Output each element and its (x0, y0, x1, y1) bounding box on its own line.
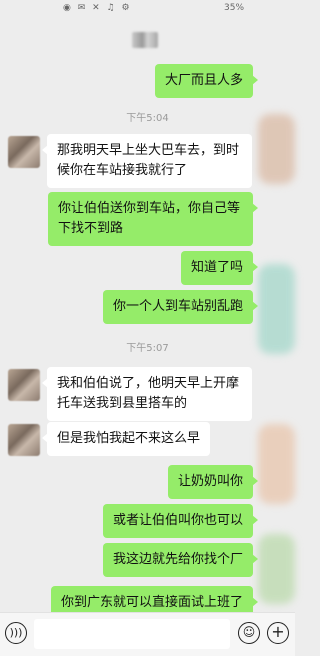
contact-name-blurred (132, 32, 158, 48)
voice-icon[interactable]: ))) (5, 622, 27, 644)
chat-area[interactable]: 大厂而且人多 下午5:04 那我明天早上坐大巴车去，到时候你在车站接我就行了 你… (0, 64, 295, 620)
message-bubble-sent[interactable]: 让奶奶叫你 (167, 465, 259, 499)
message-input[interactable] (34, 619, 230, 649)
message-bubble-sent[interactable]: 大厂而且人多 (154, 64, 259, 98)
contact-avatar[interactable] (8, 369, 40, 401)
message-bubble-received[interactable]: 我和伯伯说了，他明天早上开摩托车送我到县里搭车的 (42, 367, 252, 421)
plus-icon[interactable]: + (267, 622, 289, 644)
emoji-icon[interactable]: ☺ (238, 622, 260, 644)
message-bubble-sent[interactable]: 你让伯伯送你到车站，你自己等下找不到路 (48, 192, 258, 246)
timestamp: 下午5:07 (126, 343, 169, 354)
input-bar: ))) ☺ + (0, 612, 295, 656)
battery-level: 35% (224, 3, 245, 13)
message-bubble-sent[interactable]: 我这边就先给你找个厂 (102, 543, 259, 577)
blur-overlay (258, 534, 295, 604)
message-bubble-received[interactable]: 那我明天早上坐大巴车去，到时候你在车站接我就行了 (42, 134, 252, 188)
message-bubble-received[interactable]: 但是我怕我起不来这么早 (41, 422, 211, 456)
message-bubble-sent[interactable]: 你一个人到车站别乱跑 (102, 290, 259, 324)
message-bubble-sent[interactable]: 或者让伯伯叫你也可以 (102, 504, 259, 538)
blur-overlay (258, 114, 295, 184)
contact-avatar[interactable] (8, 424, 40, 456)
timestamp: 下午5:04 (126, 113, 169, 124)
message-bubble-sent[interactable]: 知道了吗 (180, 251, 259, 285)
status-icons: ◉ ✉ ✕ ♫ ⚙ (63, 3, 132, 13)
status-bar: ◉ ✉ ✕ ♫ ⚙ 35% (0, 0, 295, 18)
blur-overlay (258, 424, 295, 504)
chat-title-bar (0, 18, 295, 64)
contact-avatar[interactable] (8, 136, 40, 168)
